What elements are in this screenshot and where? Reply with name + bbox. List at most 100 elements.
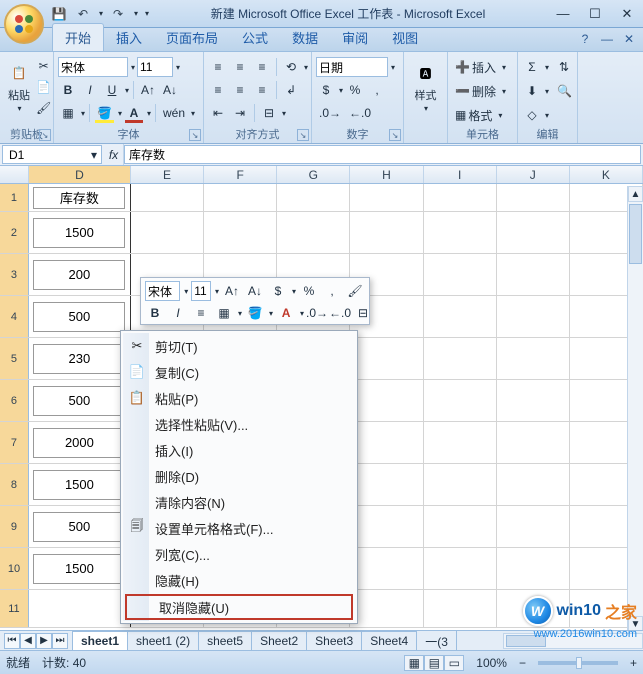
decrease-indent-icon[interactable]: ⇤	[208, 103, 228, 123]
decrease-decimal-icon[interactable]: ←.0	[346, 103, 374, 123]
col-header-e[interactable]: E	[131, 166, 204, 183]
row-header-7[interactable]: 7	[0, 422, 29, 463]
cell-D3[interactable]: 200	[29, 254, 131, 295]
sheet-tab[interactable]: Sheet2	[251, 631, 307, 650]
sheet-tab[interactable]: sheet1 (2)	[127, 631, 199, 650]
cell-D2[interactable]: 1500	[29, 212, 131, 253]
cell-D7[interactable]: 2000	[29, 422, 131, 463]
ctx-cut[interactable]: ✂剪切(T)	[123, 333, 355, 359]
mini-grow-font-icon[interactable]: A↑	[222, 281, 242, 301]
align-bottom-icon[interactable]: ≡	[252, 57, 272, 77]
cell-D1[interactable]: 库存数	[29, 184, 131, 211]
cell-D10[interactable]: 1500	[29, 548, 131, 589]
mini-merge-icon[interactable]: ⊟	[353, 303, 373, 323]
view-page-break-icon[interactable]: ▭	[444, 655, 464, 671]
format-painter-icon[interactable]: 🖌	[33, 98, 54, 118]
col-header-f[interactable]: F	[204, 166, 277, 183]
minimize-ribbon-icon[interactable]: —	[599, 31, 615, 47]
grow-font-icon[interactable]: A↑	[138, 80, 158, 100]
cell-D6[interactable]: 500	[29, 380, 131, 421]
mini-italic-icon[interactable]: I	[168, 303, 188, 323]
autosum-icon[interactable]: Σ	[522, 57, 542, 77]
cell-D9[interactable]: 500	[29, 506, 131, 547]
mini-format-painter-icon[interactable]: 🖌	[345, 281, 365, 301]
align-right-icon[interactable]: ≡	[252, 80, 272, 100]
find-select-icon[interactable]: 🔍	[554, 81, 575, 101]
view-page-layout-icon[interactable]: ▤	[424, 655, 444, 671]
mini-percent-icon[interactable]: %	[299, 281, 319, 301]
font-name-combo[interactable]: 宋体	[58, 57, 128, 77]
sheet-tab[interactable]: sheet1	[72, 631, 128, 650]
view-normal-icon[interactable]: ▦	[404, 655, 424, 671]
ribbon-close-icon[interactable]: ✕	[621, 31, 637, 47]
format-cells-button[interactable]: ▦格式	[452, 105, 495, 125]
zoom-thumb[interactable]	[576, 657, 582, 669]
number-format-combo[interactable]: 日期	[316, 57, 388, 77]
shrink-font-icon[interactable]: A↓	[160, 80, 180, 100]
maximize-button[interactable]: ☐	[579, 3, 611, 25]
phonetic-button[interactable]: wén	[160, 103, 188, 123]
col-header-j[interactable]: J	[497, 166, 570, 183]
sheet-tab[interactable]: Sheet3	[306, 631, 362, 650]
mini-font-color-icon[interactable]: A	[276, 303, 296, 323]
ctx-hide[interactable]: 隐藏(H)	[123, 567, 355, 593]
increase-indent-icon[interactable]: ⇥	[230, 103, 250, 123]
row-header-3[interactable]: 3	[0, 254, 29, 295]
col-header-g[interactable]: G	[277, 166, 350, 183]
zoom-slider[interactable]	[538, 661, 618, 665]
comma-icon[interactable]: ,	[367, 80, 387, 100]
tab-data[interactable]: 数据	[280, 24, 330, 51]
row-header-9[interactable]: 9	[0, 506, 29, 547]
help-icon[interactable]: ?	[577, 31, 593, 47]
align-launcher-icon[interactable]: ↘	[297, 129, 309, 141]
col-header-i[interactable]: I	[424, 166, 497, 183]
ctx-paste[interactable]: 📋粘贴(P)	[123, 385, 355, 411]
vscroll-thumb[interactable]	[629, 204, 642, 264]
tab-insert[interactable]: 插入	[104, 24, 154, 51]
row-header-2[interactable]: 2	[0, 212, 29, 253]
cell-D8[interactable]: 1500	[29, 464, 131, 505]
sheet-nav-next-icon[interactable]: ▶	[36, 633, 52, 649]
row-header-5[interactable]: 5	[0, 338, 29, 379]
name-box-dropdown-icon[interactable]: ▾	[87, 148, 101, 162]
ctx-insert[interactable]: 插入(I)	[123, 437, 355, 463]
fx-button[interactable]: fx	[104, 144, 124, 165]
align-left-icon[interactable]: ≡	[208, 80, 228, 100]
font-size-combo[interactable]: 11	[137, 57, 173, 77]
copy-icon[interactable]: 📄	[33, 77, 54, 97]
ctx-column-width[interactable]: 列宽(C)...	[123, 541, 355, 567]
col-header-d[interactable]: D	[29, 166, 131, 183]
paste-button[interactable]: 📋 粘贴 ▾	[4, 56, 34, 122]
tab-review[interactable]: 审阅	[330, 24, 380, 51]
align-middle-icon[interactable]: ≡	[230, 57, 250, 77]
sort-filter-icon[interactable]: ⇅	[554, 57, 574, 77]
row-header-11[interactable]: 11	[0, 590, 29, 627]
merge-center-icon[interactable]: ⊟	[259, 103, 279, 123]
cell-D11[interactable]	[29, 590, 131, 627]
ctx-format-cells[interactable]: 🗐设置单元格格式(F)...	[123, 515, 355, 541]
mini-align-icon[interactable]: ≡	[191, 303, 211, 323]
font-color-button[interactable]: A	[124, 103, 144, 123]
row-header-4[interactable]: 4	[0, 296, 29, 337]
close-button[interactable]: ✕	[611, 3, 643, 25]
wrap-text-icon[interactable]: ↲	[281, 80, 301, 100]
sheet-tab[interactable]: Sheet4	[361, 631, 417, 650]
styles-button[interactable]: 🅰 样式 ▾	[408, 56, 443, 122]
ctx-paste-special[interactable]: 选择性粘贴(V)...	[123, 411, 355, 437]
mini-border-icon[interactable]: ▦	[214, 303, 234, 323]
zoom-out-icon[interactable]: −	[519, 656, 526, 670]
underline-button[interactable]: U	[102, 80, 122, 100]
zoom-in-icon[interactable]: +	[630, 656, 637, 670]
border-button[interactable]: ▦	[58, 103, 78, 123]
increase-decimal-icon[interactable]: .0→	[316, 103, 344, 123]
row-header-8[interactable]: 8	[0, 464, 29, 505]
mini-size-combo[interactable]: 11	[191, 281, 211, 301]
vertical-scrollbar[interactable]: ▲ ▼	[627, 186, 643, 632]
clear-icon[interactable]: ◇	[522, 105, 542, 125]
tab-formulas[interactable]: 公式	[230, 24, 280, 51]
row-header-10[interactable]: 10	[0, 548, 29, 589]
delete-cells-button[interactable]: ➖删除	[452, 81, 499, 101]
tab-view[interactable]: 视图	[380, 24, 430, 51]
fill-color-button[interactable]: 🪣	[94, 103, 115, 123]
tab-layout[interactable]: 页面布局	[154, 24, 230, 51]
